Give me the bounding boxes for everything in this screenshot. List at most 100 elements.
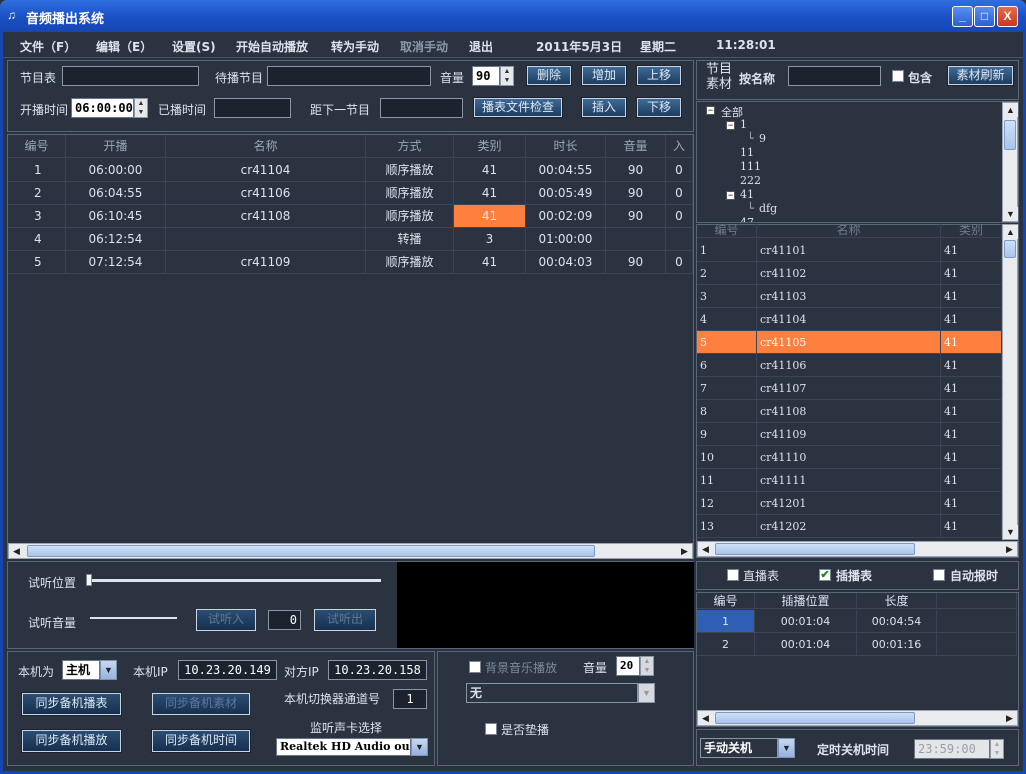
material-cell[interactable]: cr41101 [757, 239, 941, 262]
material-refresh-button[interactable]: 素材刷新 [947, 65, 1014, 86]
schedule-cell[interactable]: 01:00:00 [526, 228, 606, 251]
material-cell[interactable]: 41 [941, 331, 1002, 354]
tree-vscrollbar[interactable]: ▲ ▼ [1002, 102, 1018, 222]
material-cell[interactable]: 4 [697, 308, 757, 331]
schedule-cell[interactable]: 顺序播放 [366, 251, 454, 274]
schedule-cell[interactable]: 00:02:09 [526, 205, 606, 228]
schedule-col-header[interactable]: 音量 [606, 135, 666, 158]
chevron-down-icon[interactable]: ▼ [638, 683, 655, 703]
soundcard-select[interactable]: Realtek HD Audio ou [276, 738, 411, 756]
schedule-cell[interactable]: 0 [666, 251, 693, 274]
insert-cell[interactable]: 00:01:04 [755, 610, 857, 633]
scroll-up-icon[interactable]: ▲ [1003, 103, 1018, 117]
material-cell[interactable]: 7 [697, 377, 757, 400]
material-col-header[interactable]: 类别 [941, 224, 1002, 238]
material-cell[interactable]: 41 [941, 492, 1002, 515]
insert-cell[interactable]: 2 [697, 633, 755, 656]
tab-insert-checkbox[interactable]: ✔ [819, 569, 831, 581]
material-cell[interactable]: 41 [941, 262, 1002, 285]
scroll-down-icon[interactable]: ▼ [1003, 525, 1018, 539]
material-cell[interactable]: cr41107 [757, 377, 941, 400]
tab-auto[interactable]: 自动报时 [950, 567, 998, 584]
preview-out-button[interactable]: 试听出 [314, 609, 376, 631]
delete-button[interactable]: 删除 [526, 65, 572, 86]
schedule-cell[interactable]: 1 [8, 159, 66, 182]
sync-play-button[interactable]: 同步备机播放 [21, 729, 122, 753]
schedule-cell[interactable]: 3 [8, 205, 66, 228]
material-cell[interactable]: 10 [697, 446, 757, 469]
tree-node-1[interactable]: 1 [740, 118, 747, 131]
contains-checkbox[interactable] [892, 70, 904, 82]
material-cell[interactable]: cr41202 [757, 515, 941, 538]
schedule-col-header[interactable]: 类别 [454, 135, 526, 158]
program-table-field[interactable] [62, 66, 199, 86]
minimize-button[interactable]: _ [952, 6, 973, 27]
schedule-cell[interactable]: 顺序播放 [366, 205, 454, 228]
schedule-cell[interactable]: 顺序播放 [366, 159, 454, 182]
schedule-cell[interactable]: 0 [666, 159, 693, 182]
insert-cell[interactable]: 00:04:54 [857, 610, 937, 633]
material-col-header[interactable]: 名称 [757, 224, 941, 238]
schedule-cell[interactable]: 00:04:55 [526, 159, 606, 182]
material-cell[interactable]: 41 [941, 377, 1002, 400]
schedule-cell[interactable]: 4 [8, 228, 66, 251]
preview-volume-slider[interactable] [90, 617, 177, 619]
schedule-cell[interactable]: 0 [666, 182, 693, 205]
sync-time-button[interactable]: 同步备机时间 [151, 729, 251, 753]
material-cell[interactable]: 13 [697, 515, 757, 538]
schedule-col-header[interactable]: 名称 [166, 135, 366, 158]
bgm-volume-spinner[interactable]: ▲ ▼ [640, 656, 654, 676]
insert-button[interactable]: 插入 [581, 97, 627, 118]
material-search-input[interactable] [788, 66, 881, 86]
schedule-cell[interactable]: 00:04:03 [526, 251, 606, 274]
scroll-right-icon[interactable]: ▶ [1002, 542, 1017, 556]
material-cell[interactable]: 5 [697, 331, 757, 354]
volume-input[interactable]: 90 [472, 66, 500, 86]
schedule-col-header[interactable]: 编号 [8, 135, 66, 158]
scroll-right-icon[interactable]: ▶ [1002, 711, 1017, 725]
menu-edit[interactable]: 编辑（E） [96, 38, 152, 55]
insert-col-header[interactable]: 插播位置 [755, 593, 857, 609]
material-cell[interactable]: 41 [941, 354, 1002, 377]
schedule-cell[interactable]: 41 [454, 205, 526, 228]
material-cell[interactable]: cr41108 [757, 400, 941, 423]
preview-in-button[interactable]: 试听入 [196, 609, 256, 631]
pending-field[interactable] [267, 66, 431, 86]
tree-node-11[interactable]: 11 [740, 146, 754, 159]
material-cell[interactable]: 41 [941, 423, 1002, 446]
schedule-col-header[interactable]: 方式 [366, 135, 454, 158]
material-cell[interactable]: 8 [697, 400, 757, 423]
material-cell[interactable]: cr41102 [757, 262, 941, 285]
chevron-down-icon[interactable]: ▼ [100, 660, 117, 680]
material-vscrollbar[interactable]: ▲ ▼ [1002, 224, 1018, 540]
menu-settings[interactable]: 设置(S) [172, 38, 216, 55]
start-time-input[interactable]: 06:00:00 [71, 98, 134, 118]
start-time-spinner[interactable]: ▲ ▼ [134, 98, 148, 118]
material-cell[interactable]: 41 [941, 239, 1002, 262]
channel-value[interactable]: 1 [393, 689, 427, 709]
material-cell[interactable]: cr41109 [757, 423, 941, 446]
shutdown-mode-select[interactable]: 手动关机 [700, 738, 778, 758]
material-cell[interactable]: 9 [697, 423, 757, 446]
bgm-checkbox[interactable] [469, 661, 481, 673]
scroll-left-icon[interactable]: ◀ [9, 544, 24, 558]
insert-cell[interactable]: 1 [697, 610, 755, 633]
move-down-button[interactable]: 下移 [636, 97, 682, 118]
tree-node-222[interactable]: 222 [740, 174, 761, 187]
tree-node-dfg[interactable]: dfg [759, 202, 777, 215]
collapse-icon[interactable]: − [726, 121, 735, 130]
material-cell[interactable]: cr41201 [757, 492, 941, 515]
insert-col-header[interactable]: 编号 [697, 593, 755, 609]
pad-checkbox[interactable] [485, 723, 497, 735]
material-cell[interactable]: 41 [941, 446, 1002, 469]
bgm-select[interactable]: 无 [466, 683, 638, 703]
menu-cancel-manual[interactable]: 取消手动 [400, 38, 448, 55]
scroll-up-icon[interactable]: ▲ [1003, 225, 1018, 239]
timer-input[interactable]: 23:59:00 [914, 739, 990, 759]
schedule-cell[interactable]: 00:05:49 [526, 182, 606, 205]
close-button[interactable]: X [997, 6, 1018, 27]
schedule-cell[interactable] [666, 228, 693, 251]
scroll-down-icon[interactable]: ▼ [1003, 207, 1018, 221]
material-cell[interactable]: 12 [697, 492, 757, 515]
scroll-right-icon[interactable]: ▶ [677, 544, 692, 558]
